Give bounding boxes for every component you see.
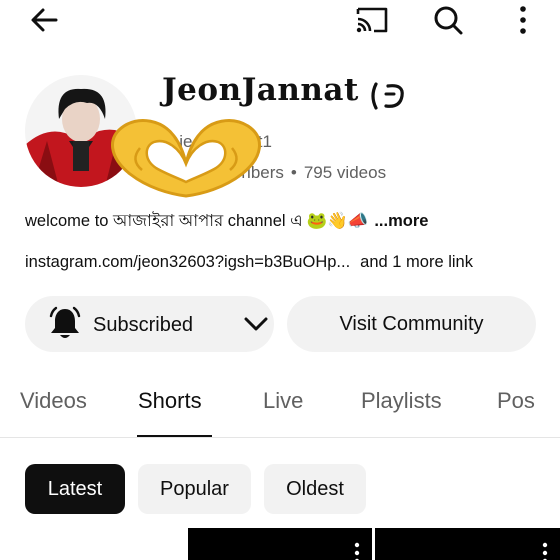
- chip-popular[interactable]: Popular: [138, 464, 251, 514]
- chip-oldest[interactable]: Oldest: [264, 464, 366, 514]
- short-thumbnail[interactable]: [188, 528, 372, 560]
- subscribed-button[interactable]: Subscribed: [25, 296, 274, 352]
- name-decoration-icon: [366, 78, 410, 114]
- tab-videos[interactable]: Videos: [20, 388, 87, 414]
- stats-separator: •: [290, 163, 297, 182]
- more-links-label[interactable]: and 1 more link: [360, 253, 473, 271]
- description-text: welcome to আজাইরা আপার channel এ: [25, 212, 303, 230]
- tab-posts[interactable]: Pos: [497, 388, 535, 414]
- tab-shorts[interactable]: Shorts: [138, 388, 202, 414]
- channel-description[interactable]: welcome to আজাইরা আপার channel এ 🐸👋📣 ...…: [25, 208, 428, 235]
- subscribed-label: Subscribed: [93, 314, 194, 336]
- tab-playlists[interactable]: Playlists: [361, 388, 442, 414]
- search-icon[interactable]: [430, 2, 466, 38]
- cast-icon[interactable]: [354, 2, 390, 38]
- video-count: 795 videos: [303, 163, 387, 182]
- back-arrow-icon[interactable]: [26, 2, 62, 38]
- more-vert-icon[interactable]: [354, 542, 360, 560]
- tab-live[interactable]: Live: [263, 388, 303, 414]
- bell-icon: [47, 306, 83, 347]
- short-thumbnail[interactable]: [375, 528, 560, 560]
- chip-latest[interactable]: Latest: [25, 464, 125, 514]
- visit-community-button[interactable]: Visit Community: [287, 296, 536, 352]
- heart-hands-emoji-icon: [100, 108, 272, 198]
- description-emojis: 🐸👋📣: [306, 212, 369, 230]
- chevron-down-icon: [243, 312, 269, 341]
- more-vert-icon[interactable]: [505, 2, 541, 38]
- channel-links[interactable]: instagram.com/jeon32603?igsh=b3BuOHp... a…: [25, 253, 473, 272]
- channel-tabs: Videos Shorts Live Playlists Pos: [0, 380, 560, 438]
- more-vert-icon[interactable]: [542, 542, 548, 560]
- external-link[interactable]: instagram.com/jeon32603?igsh=b3BuOHp...: [25, 253, 350, 271]
- top-app-bar: [0, 0, 560, 40]
- active-tab-indicator: [137, 435, 212, 437]
- channel-name: JeonJannat: [162, 72, 359, 108]
- more-link[interactable]: ...more: [374, 212, 428, 231]
